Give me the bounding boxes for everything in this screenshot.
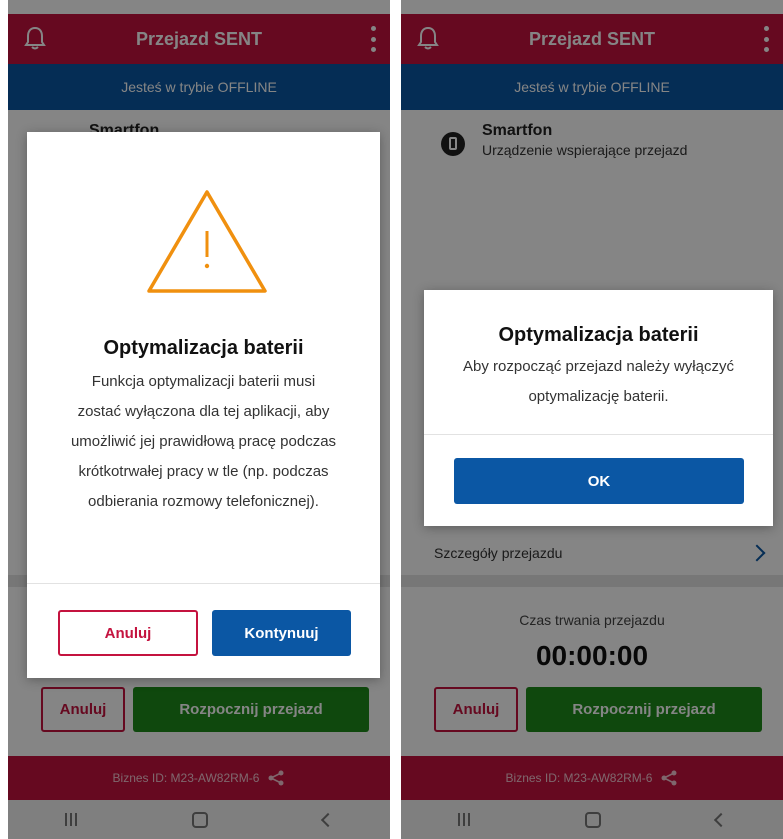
dialog-message-line: odbierania rozmowy telefonicznej). (88, 493, 319, 510)
battery-optimization-alert: Optymalizacja baterii Aby rozpocząć prze… (424, 290, 773, 526)
phone-screen-right: Przejazd SENT Jesteś w trybie OFFLINE Sm… (401, 0, 783, 839)
dialog-message: Funkcja optymalizacji baterii musi zosta… (27, 367, 380, 517)
dialog-title: Optymalizacja baterii (103, 337, 304, 359)
dialog-cancel-button[interactable]: Anuluj (58, 610, 198, 656)
dialog-message-line: Aby rozpocząć przejazd należy wyłączyć (463, 358, 734, 375)
dialog-ok-button[interactable]: OK (454, 458, 744, 504)
dialog-message-line: zostać wyłączona dla tej aplikacji, aby (77, 403, 330, 420)
dialog-title: Optymalizacja baterii (498, 324, 699, 346)
warning-triangle-icon (147, 190, 267, 293)
dialog-message: Aby rozpocząć przejazd należy wyłączyć o… (424, 352, 773, 412)
dialog-message-line: optymalizację baterii. (528, 388, 669, 405)
dialog-divider (424, 434, 773, 435)
dialog-continue-button[interactable]: Kontynuuj (212, 610, 351, 656)
dialog-message-line: umożliwić jej prawidłową pracę podczas (70, 433, 337, 450)
battery-optimization-dialog: Optymalizacja baterii Funkcja optymaliza… (27, 132, 380, 678)
dialog-message-line: krótkotrwałej pracy w tle (np. podczas (78, 463, 329, 480)
phone-screen-left: Przejazd SENT Jesteś w trybie OFFLINE Sm… (8, 0, 390, 839)
dialog-divider (27, 583, 380, 584)
dialog-message-line: Funkcja optymalizacji baterii musi (91, 373, 316, 390)
